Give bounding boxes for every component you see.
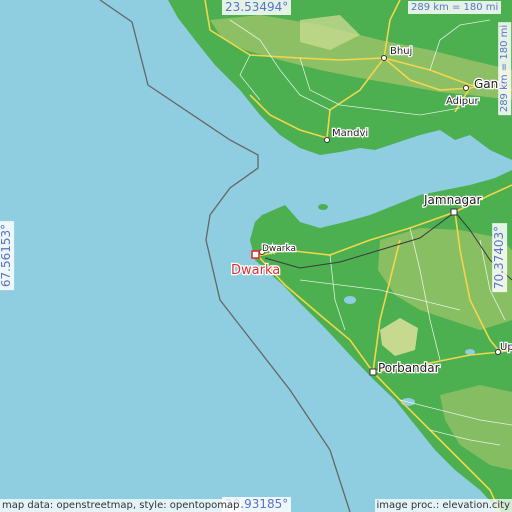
city-label-upleta: Up xyxy=(500,342,512,353)
highlight-label-dwarka: Dwarka xyxy=(231,263,280,278)
city-label-mandvi: Mandvi xyxy=(332,128,368,139)
city-marker-bhuj[interactable] xyxy=(381,55,387,61)
left-longitude-label: 67.56153° xyxy=(0,220,15,291)
city-label-adipur: Adipur xyxy=(446,96,479,107)
city-label-jamnagar: Jamnagar xyxy=(423,193,482,207)
city-marker-jamnagar[interactable] xyxy=(450,208,458,216)
island xyxy=(318,204,328,210)
map-canvas[interactable]: Bhuj Gand Adipur Mandvi Jamnagar Dwarka … xyxy=(0,0,512,512)
scale-vertical: 289 km = 180 mi xyxy=(498,21,512,116)
map-attribution: map data: openstreetmap, style: opentopo… xyxy=(0,499,242,512)
lake xyxy=(344,296,356,304)
city-label-bhuj: Bhuj xyxy=(390,46,412,57)
right-longitude-label: 70.37403° xyxy=(492,222,508,293)
top-latitude-label: 23.53494° xyxy=(222,0,292,15)
city-label-dwarka-small: Dwarka xyxy=(262,244,296,254)
city-marker-porbandar[interactable] xyxy=(369,368,377,376)
island xyxy=(306,236,314,240)
city-marker-mandvi[interactable] xyxy=(324,137,330,143)
island xyxy=(370,215,382,221)
island xyxy=(346,223,354,227)
city-label-porbandar: Porbandar xyxy=(378,361,440,375)
city-marker-gandhidham[interactable] xyxy=(463,85,469,91)
highlight-marker-dwarka[interactable] xyxy=(251,250,260,259)
image-attribution: image proc.: elevation.city xyxy=(374,499,512,512)
scale-horizontal: 289 km = 180 mi xyxy=(408,1,502,14)
